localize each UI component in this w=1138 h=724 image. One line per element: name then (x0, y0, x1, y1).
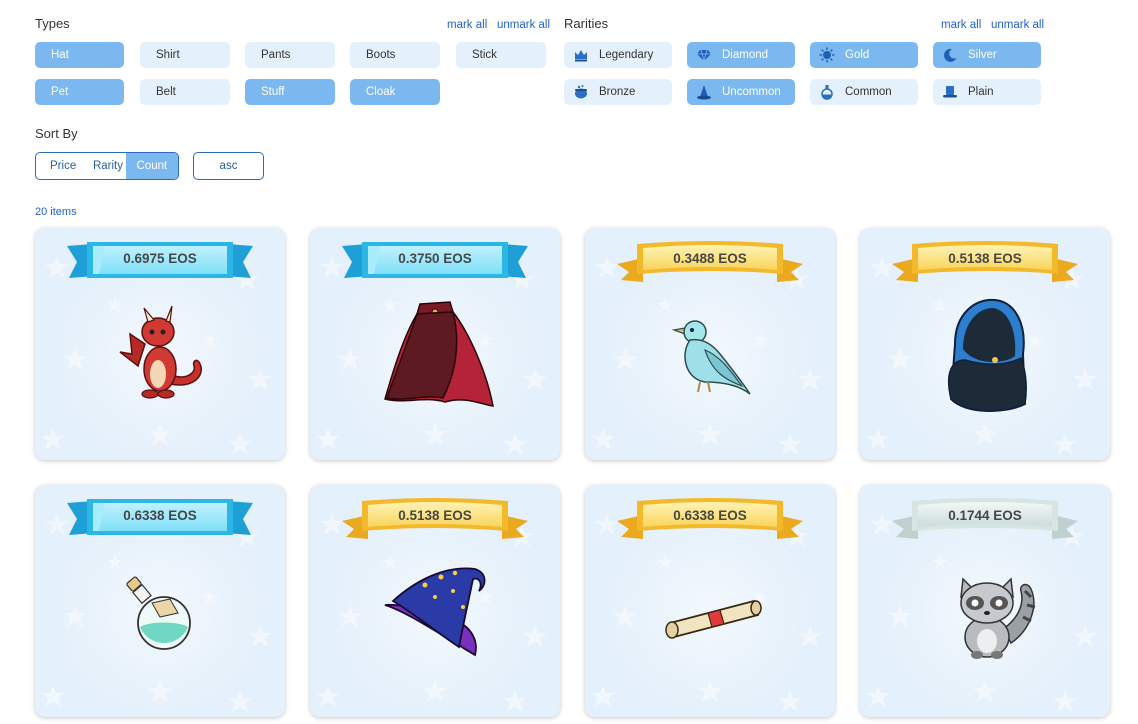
rarities-heading: Rarities (564, 16, 609, 31)
wizard-hat-icon (384, 567, 486, 657)
item-card[interactable]: 0.5138 EOS (310, 485, 560, 717)
item-card[interactable]: 0.1744 EOS (860, 485, 1110, 717)
chip-label: Gold (845, 49, 870, 61)
item-card[interactable]: 0.6975 EOS (35, 228, 285, 460)
chip-label: Shirt (156, 49, 180, 61)
types-unmark-all-link[interactable]: unmark all (497, 19, 550, 31)
rarities-mark-all-link[interactable]: mark all (941, 19, 981, 31)
item-card[interactable]: 0.6338 EOS (585, 485, 835, 717)
price-label: 0.6338 EOS (123, 508, 197, 523)
price-label: 0.3750 EOS (398, 251, 472, 266)
item-card[interactable]: 0.3488 EOS (585, 228, 835, 460)
scroll-icon (665, 599, 762, 639)
price-label: 0.6975 EOS (123, 251, 197, 266)
types-mark-all-link[interactable]: mark all (447, 19, 487, 31)
chip-label: Boots (366, 49, 396, 61)
type-chip-shirt[interactable]: Shirt (140, 42, 230, 68)
chip-label: Stick (472, 49, 497, 61)
rarities-unmark-all-link[interactable]: unmark all (991, 19, 1044, 31)
item-card[interactable]: 0.5138 EOS (860, 228, 1110, 460)
red-cloak-icon (384, 301, 494, 407)
raccoon-pet-icon (960, 577, 1036, 659)
type-chip-belt[interactable]: Belt (140, 79, 230, 105)
type-chip-pants[interactable]: Pants (245, 42, 335, 68)
cauldron-icon (572, 83, 590, 101)
rarity-chip-diamond[interactable]: Diamond (687, 42, 795, 68)
price-label: 0.6338 EOS (673, 508, 747, 523)
rarity-chip-common[interactable]: Common (810, 79, 918, 105)
types-heading: Types (35, 16, 70, 31)
sort-option-price[interactable]: Price (36, 153, 90, 179)
chip-label: Bronze (599, 86, 636, 98)
bird-pet-icon (671, 320, 751, 395)
top-hat-icon (941, 83, 959, 101)
wizard-hat-icon (695, 83, 713, 101)
item-card[interactable]: 0.6338 EOS (35, 485, 285, 717)
sun-icon (818, 46, 836, 64)
chip-label: Belt (156, 86, 176, 98)
chip-label: Cloak (366, 86, 396, 98)
rarity-chip-gold[interactable]: Gold (810, 42, 918, 68)
moon-icon (941, 46, 959, 64)
dragon-pet-icon (119, 305, 202, 399)
chip-label: Common (845, 86, 892, 98)
rarity-chip-legendary[interactable]: Legendary (564, 42, 672, 68)
crown-icon (572, 46, 590, 64)
chip-label: Legendary (599, 49, 654, 61)
chip-label: Hat (51, 49, 69, 61)
sort-order-toggle[interactable]: asc (193, 152, 264, 180)
type-chip-hat[interactable]: Hat (35, 42, 124, 68)
item-card[interactable]: 0.3750 EOS (310, 228, 560, 460)
price-label: 0.3488 EOS (673, 251, 747, 266)
chip-label: Silver (968, 49, 997, 61)
chip-label: Pet (51, 86, 69, 98)
chip-label: Pants (261, 49, 291, 61)
diamond-icon (695, 46, 713, 64)
rarity-chip-silver[interactable]: Silver (933, 42, 1041, 68)
rarity-chip-bronze[interactable]: Bronze (564, 79, 672, 105)
sort-option-rarity[interactable]: Rarity (90, 153, 126, 179)
blue-hooded-cloak-icon (947, 298, 1027, 412)
chip-label: Diamond (722, 49, 769, 61)
type-chip-stick[interactable]: Stick (456, 42, 546, 68)
type-chip-stuff[interactable]: Stuff (245, 79, 335, 105)
price-label: 0.1744 EOS (948, 508, 1022, 523)
price-label: 0.5138 EOS (948, 251, 1022, 266)
rarity-chip-plain[interactable]: Plain (933, 79, 1041, 105)
type-chip-boots[interactable]: Boots (350, 42, 440, 68)
sort-by-heading: Sort By (35, 126, 78, 141)
potion-icon (818, 83, 836, 101)
items-count: 20 items (35, 206, 77, 218)
chip-label: Uncommon (722, 86, 781, 98)
sort-option-count[interactable]: Count (125, 153, 178, 179)
price-label: 0.5138 EOS (398, 508, 472, 523)
chip-label: Stuff (261, 86, 285, 98)
potion-icon (126, 576, 191, 650)
chip-label: Plain (968, 86, 994, 98)
sort-segmented-control: Price Rarity Count (35, 152, 179, 180)
type-chip-cloak[interactable]: Cloak (350, 79, 440, 105)
type-chip-pet[interactable]: Pet (35, 79, 124, 105)
rarity-chip-uncommon[interactable]: Uncommon (687, 79, 795, 105)
